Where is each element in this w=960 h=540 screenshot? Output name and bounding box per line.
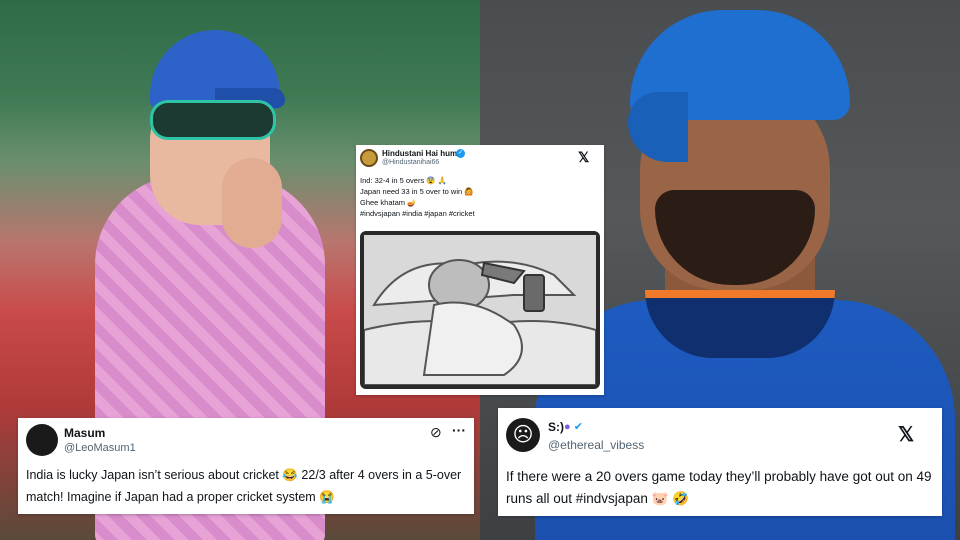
more-options-icon[interactable]: ··· bbox=[452, 422, 466, 438]
tweet-card-left: Masum @LeoMasum1 ⊘ ··· India is lucky Ja… bbox=[18, 418, 474, 514]
tweet-text: If there were a 20 overs game today they… bbox=[506, 469, 932, 506]
tweet-card-top: Hindustani Hai hum ✓ @Hindustanihai66 𝕏 … bbox=[356, 145, 604, 395]
player-sunglasses bbox=[150, 100, 276, 140]
tweet-author-handle[interactable]: @ethereal_vibess bbox=[548, 438, 644, 452]
verified-badge-icon: ✓ bbox=[456, 149, 465, 158]
tweet-author-name[interactable]: Masum bbox=[64, 426, 105, 440]
tweet-line: Japan need 33 in 5 over to win 🙆 bbox=[360, 187, 474, 196]
tweet-author-name[interactable]: S:) bbox=[548, 420, 564, 434]
avatar[interactable] bbox=[360, 149, 378, 167]
tweet-author-handle[interactable]: @LeoMasum1 bbox=[64, 442, 136, 454]
avatar[interactable]: ☹ bbox=[506, 418, 540, 452]
tweet-line: Ind: 32-4 in 5 overs 😨 🙏 bbox=[360, 176, 448, 185]
tweet-text: India is lucky Japan isn’t serious about… bbox=[26, 468, 462, 504]
tweet-line: Ghee khatam 🪔 bbox=[360, 198, 417, 207]
tweet-author-handle[interactable]: @Hindustanihai66 bbox=[382, 159, 439, 166]
player-hand bbox=[222, 158, 282, 248]
player-cap-brim bbox=[628, 92, 688, 162]
x-logo-icon[interactable]: 𝕏 bbox=[578, 149, 589, 166]
tweet-text: Ind: 32-4 in 5 overs 😨 🙏 Japan need 33 i… bbox=[360, 175, 600, 219]
tweet-line[interactable]: #indvsjapan #india #japan #cricket bbox=[360, 208, 600, 219]
verified-badge-icon: ● ✔ bbox=[564, 421, 583, 433]
meme-illustration bbox=[363, 235, 597, 386]
tweet-card-right: ☹ S:) ● ✔ @ethereal_vibess 𝕏 If there we… bbox=[498, 408, 942, 516]
person-in-bed-illustration bbox=[363, 235, 597, 386]
x-logo-icon[interactable]: 𝕏 bbox=[898, 422, 914, 447]
tweet-author-name[interactable]: Hindustani Hai hum bbox=[382, 149, 457, 158]
grok-icon[interactable]: ⊘ bbox=[430, 424, 442, 441]
tweet-image[interactable] bbox=[360, 231, 600, 389]
avatar[interactable] bbox=[26, 424, 58, 456]
